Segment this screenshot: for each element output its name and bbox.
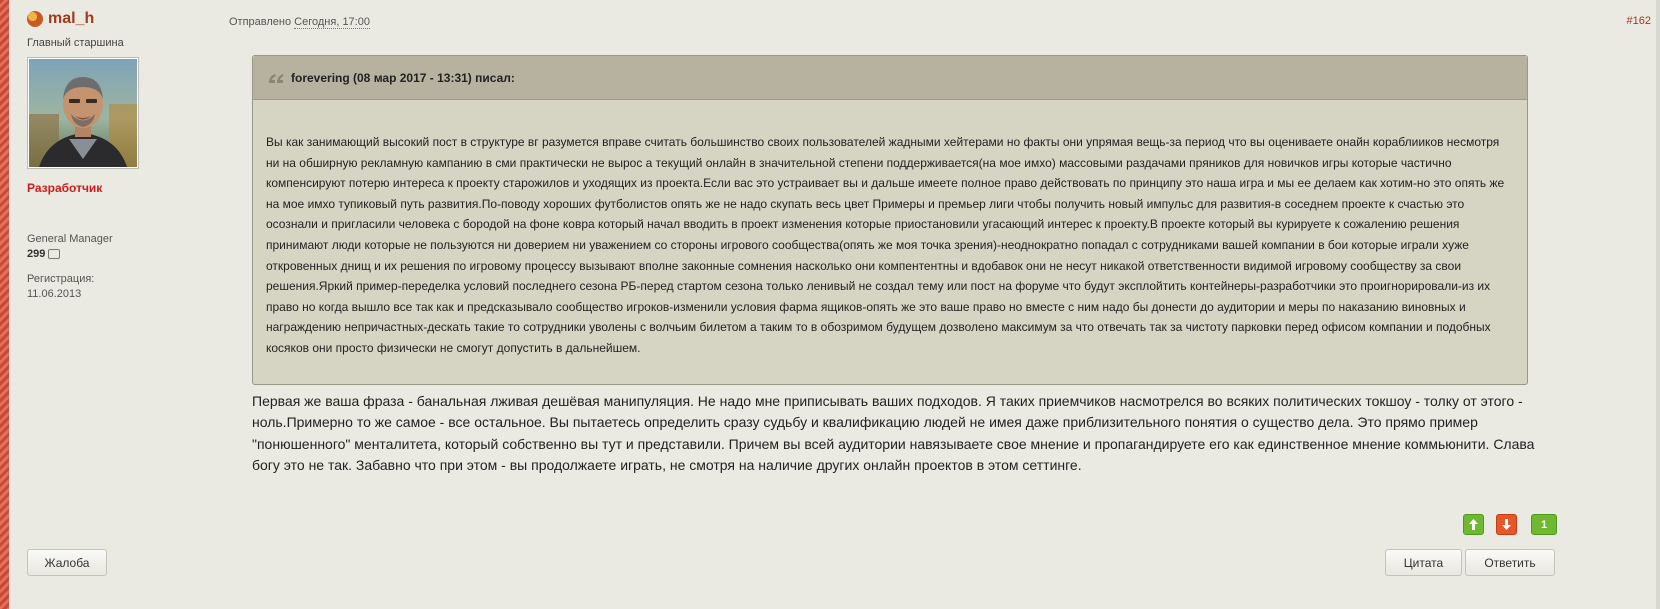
online-status-icon [27,11,43,27]
avatar[interactable] [27,57,139,169]
post-number-link[interactable]: #162 [1627,15,1651,27]
author-rank: Главный старшина [27,37,124,49]
post-right-border [1656,0,1660,609]
quote-button[interactable]: Цитата [1385,549,1462,576]
vote-up-button[interactable] [1463,514,1484,535]
registration-label: Регистрация: [27,273,95,285]
post-date[interactable]: Сегодня, 17:00 [294,16,370,29]
arrow-up-icon [1469,519,1478,530]
quote-text: Вы как занимающий высокий пост в структу… [266,135,1505,355]
quote-header: forevering (08 мар 2017 - 13:31) писал: [253,56,1527,100]
avatar-image [29,59,137,167]
post-meta: Отправлено Сегодня, 17:00 [229,16,370,29]
registration-date: 11.06.2013 [27,288,82,300]
arrow-down-icon [1502,519,1511,530]
post-body: Первая же ваша фраза - банальная лживая … [252,393,1535,474]
quote-citation: forevering (08 мар 2017 - 13:31) писал: [291,70,515,85]
quote-icon [269,73,284,83]
post-count: 299 [27,248,227,260]
vote-down-button[interactable] [1496,514,1517,535]
report-button[interactable]: Жалоба [27,549,107,576]
user-group: Разработчик [27,181,103,195]
author-name-link[interactable]: mal_h [48,10,94,28]
reputation-score: 1 [1531,514,1557,535]
author-name-row: mal_h [27,10,227,28]
quote-block: forevering (08 мар 2017 - 13:31) писал: … [252,55,1528,385]
reply-button[interactable]: Ответить [1465,549,1555,576]
post-count-value: 299 [27,248,46,260]
sent-label: Отправлено [229,16,292,28]
author-info: mal_h Главный старшина Разработчик Gener… [27,10,227,300]
author-stripe [0,0,9,609]
speech-bubble-icon [48,249,61,259]
user-title: General Manager [27,233,113,245]
